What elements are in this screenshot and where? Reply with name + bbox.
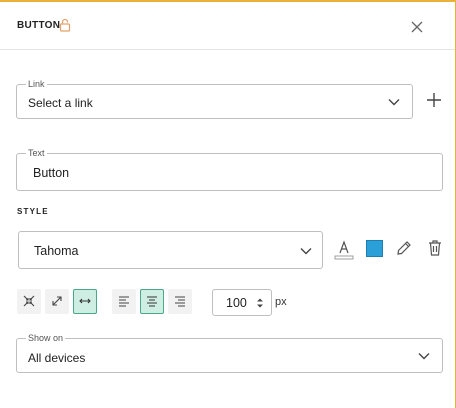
- close-icon[interactable]: [408, 18, 426, 36]
- full-width-button[interactable]: [73, 289, 97, 314]
- chevron-down-icon: [300, 248, 312, 255]
- expand-icon: [52, 296, 62, 306]
- align-center-button[interactable]: [140, 289, 164, 314]
- horizontal-stretch-icon: [79, 298, 91, 304]
- width-unit: px: [275, 296, 287, 308]
- pencil-icon[interactable]: [395, 239, 413, 257]
- align-left-icon: [119, 296, 129, 307]
- plus-icon[interactable]: [425, 91, 443, 109]
- link-value: Select a link: [28, 96, 93, 110]
- width-value: 100: [226, 296, 247, 310]
- text-value: Button: [33, 166, 70, 180]
- link-legend: Link: [26, 78, 47, 90]
- collapse-icon: [23, 295, 35, 307]
- align-left-button[interactable]: [112, 289, 136, 314]
- style-heading: STYLE: [17, 207, 49, 216]
- link-select[interactable]: Link Select a link: [16, 78, 413, 119]
- show-on-select[interactable]: Show on All devices: [16, 332, 443, 373]
- show-on-legend: Show on: [26, 332, 66, 344]
- panel-header: BUTTON: [0, 2, 455, 50]
- font-color-icon[interactable]: [334, 239, 354, 261]
- button-settings-panel: BUTTON Link Select a link Text Button ST…: [0, 0, 456, 408]
- chevron-down-icon: [418, 353, 430, 360]
- width-number-input[interactable]: 100: [212, 289, 272, 316]
- text-legend: Text: [26, 147, 47, 159]
- font-select[interactable]: Tahoma: [18, 231, 323, 269]
- spinner-arrows-icon[interactable]: [255, 296, 265, 310]
- align-right-button[interactable]: [168, 289, 192, 314]
- shrink-button[interactable]: [17, 289, 41, 314]
- trash-icon[interactable]: [427, 239, 443, 257]
- chevron-down-icon: [388, 99, 400, 106]
- expand-button[interactable]: [45, 289, 69, 314]
- background-color-swatch[interactable]: [366, 240, 383, 257]
- align-right-icon: [175, 296, 185, 307]
- panel-title: BUTTON: [17, 20, 61, 31]
- text-input[interactable]: Text Button: [16, 147, 443, 191]
- lock-icon[interactable]: [59, 18, 71, 32]
- font-value: Tahoma: [34, 244, 79, 258]
- align-center-icon: [147, 296, 157, 307]
- show-on-value: All devices: [28, 351, 86, 365]
